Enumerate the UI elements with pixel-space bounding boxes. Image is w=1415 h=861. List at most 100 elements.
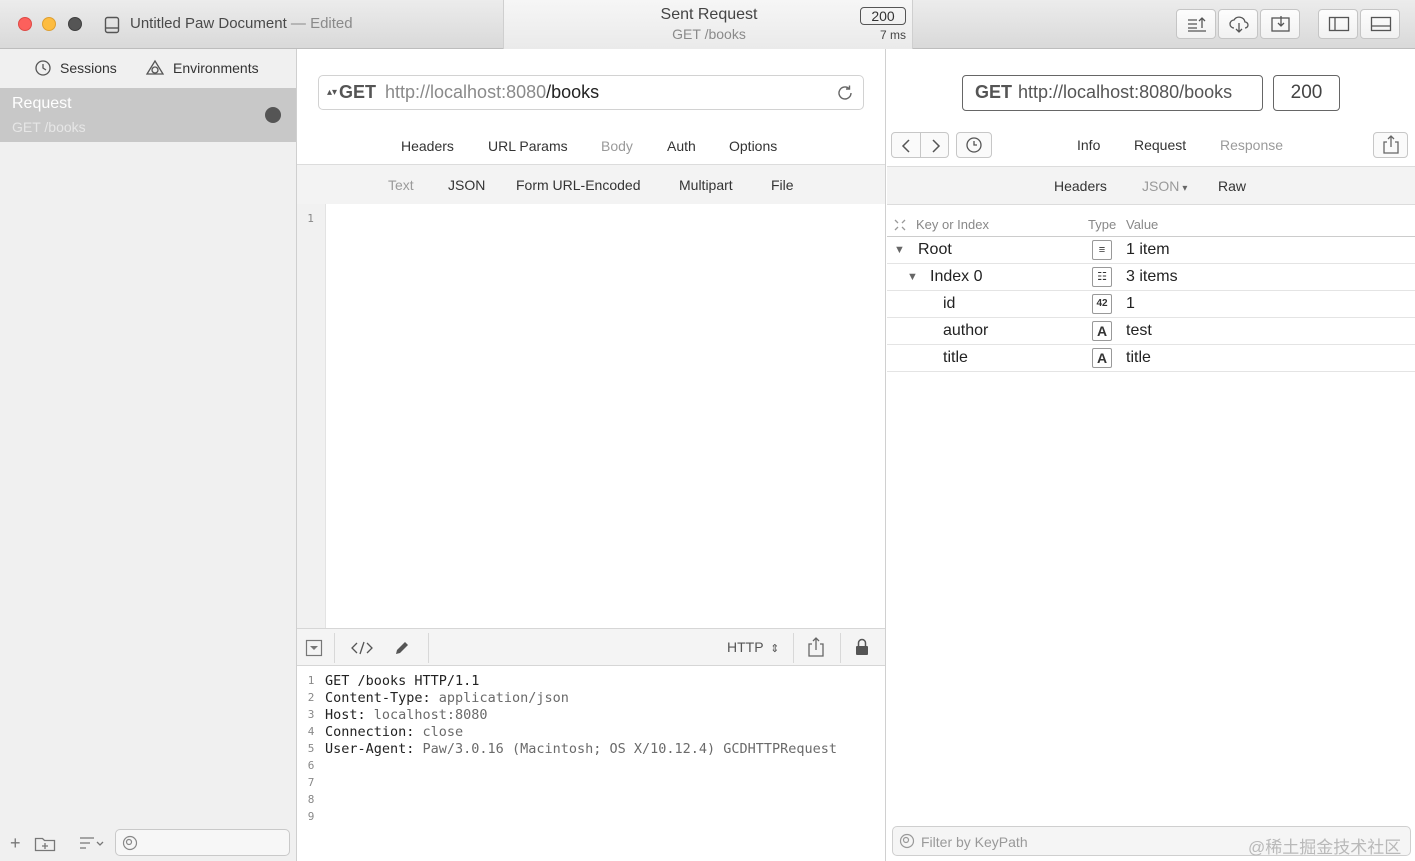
disclosure-triangle-icon[interactable]: ▼ — [907, 271, 918, 283]
bottom-panel-icon — [1370, 16, 1392, 32]
chevron-updown-icon: ⇕ — [770, 643, 780, 655]
back-icon[interactable] — [900, 138, 912, 154]
response-pane: GET http://localhost:8080/books 200 Info … — [887, 49, 1415, 861]
tree-key: Root — [918, 241, 952, 258]
raw-request-toolbar: HTTP ⇕ — [297, 628, 885, 666]
body-tab-file[interactable]: File — [771, 177, 794, 193]
raw-request-view[interactable]: 1 GET /books HTTP/1.1 2 Content-Type: appl… — [297, 667, 885, 861]
tree-key: id — [943, 295, 956, 312]
body-type-tabs: Text JSON Form URL-Encoded Multipart Fil… — [297, 165, 885, 205]
tab-response[interactable]: Response — [1220, 137, 1283, 153]
sub-tab-raw[interactable]: Raw — [1218, 178, 1246, 194]
toggle-bottom-panel-button[interactable] — [1360, 9, 1400, 39]
url-input[interactable]: http://localhost:8080/books — [385, 82, 599, 103]
json-tab-label: JSON — [1142, 178, 1180, 194]
expand-all-icon[interactable] — [893, 218, 907, 232]
sidebar-search-input[interactable] — [115, 829, 290, 856]
code-icon[interactable] — [351, 641, 373, 655]
method-selector[interactable]: ▴▾ GET — [327, 82, 376, 103]
url-bar[interactable]: ▴▾ GET http://localhost:8080/books — [318, 75, 864, 110]
tree-row-title[interactable]: title A title — [887, 345, 1415, 372]
sent-request-subtitle: GET /books — [672, 26, 746, 42]
title-bar: Untitled Paw Document — Edited Sent Requ… — [0, 0, 1415, 49]
divider — [793, 633, 794, 663]
column-key: Key or Index — [916, 217, 989, 232]
add-request-icon[interactable]: + — [10, 833, 21, 854]
raw-line: 2 Content-Type: application/json — [307, 690, 569, 706]
share-window-button[interactable] — [1260, 9, 1300, 39]
filter-icon — [899, 833, 915, 849]
chevron-down-icon: ▾ — [1182, 183, 1188, 194]
sidebar: Sessions Environments Request GET /books… — [0, 49, 297, 861]
response-sub-tabs: Headers JSON ▾ Raw — [887, 166, 1415, 205]
raw-format-select[interactable]: HTTP ⇕ — [727, 639, 779, 655]
list-icon: ≡ — [1092, 240, 1112, 260]
sub-tab-headers[interactable]: Headers — [1054, 178, 1107, 194]
tab-info[interactable]: Info — [1077, 137, 1100, 153]
string-icon: A — [1092, 321, 1112, 341]
cloud-sync-button[interactable] — [1218, 9, 1258, 39]
tab-url-params[interactable]: URL Params — [488, 138, 568, 154]
sort-icon[interactable] — [78, 835, 106, 851]
body-tab-multipart[interactable]: Multipart — [679, 177, 733, 193]
edited-indicator: — Edited — [290, 15, 353, 32]
sub-tab-json[interactable]: JSON ▾ — [1142, 178, 1187, 194]
lock-icon[interactable] — [855, 638, 869, 656]
line-gutter: 1 — [297, 204, 326, 628]
tab-request[interactable]: Request — [1134, 137, 1186, 153]
sidebar-icon — [1328, 16, 1350, 32]
toggle-sidebar-button[interactable] — [1318, 9, 1358, 39]
tree-row-id[interactable]: id 42 1 — [887, 291, 1415, 318]
response-method: GET — [975, 82, 1013, 102]
divider — [428, 633, 429, 663]
refresh-icon[interactable] — [836, 84, 854, 102]
sent-request-panel[interactable]: Sent Request GET /books 200 7 ms — [503, 0, 913, 49]
raw-line: 4 Connection: close — [307, 724, 464, 740]
tree-value: test — [1126, 322, 1152, 339]
tab-auth[interactable]: Auth — [667, 138, 696, 154]
share-response-button[interactable] — [1373, 132, 1408, 158]
request-list-item[interactable]: Request GET /books — [0, 88, 296, 142]
number-icon: 42 — [1092, 294, 1112, 314]
sessions-tab[interactable]: Sessions — [34, 59, 117, 77]
collapse-icon[interactable] — [305, 639, 323, 657]
url-base: http://localhost:8080 — [385, 82, 547, 102]
body-editor[interactable]: 1 — [297, 204, 885, 628]
request-status-dot — [265, 107, 281, 123]
history-button[interactable] — [956, 132, 992, 158]
close-window-button[interactable] — [18, 17, 32, 31]
export-icon — [1188, 17, 1206, 32]
body-tab-text[interactable]: Text — [388, 177, 414, 193]
tab-body[interactable]: Body — [601, 138, 633, 154]
search-icon — [122, 835, 138, 851]
pencil-icon[interactable] — [393, 639, 411, 657]
tree-row-root[interactable]: ▼ Root ≡ 1 item — [887, 237, 1415, 264]
document-icon — [104, 16, 120, 34]
share-icon[interactable] — [807, 637, 825, 657]
column-type: Type — [1088, 217, 1117, 232]
body-tab-form-url-encoded[interactable]: Form URL-Encoded — [516, 177, 641, 193]
paw-app-window: Untitled Paw Document — Edited Sent Requ… — [0, 0, 1415, 861]
tree-row-index-0[interactable]: ▼ Index 0 ☷ 3 items — [887, 264, 1415, 291]
zoom-window-button[interactable] — [68, 17, 82, 31]
tree-key: author — [943, 322, 989, 339]
disclosure-triangle-icon[interactable]: ▼ — [894, 244, 905, 256]
raw-line: 7 — [307, 776, 315, 789]
line-number: 1 — [307, 212, 314, 225]
export-button[interactable] — [1176, 9, 1216, 39]
forward-icon[interactable] — [930, 138, 942, 154]
tab-options[interactable]: Options — [729, 138, 777, 154]
tree-key: Index 0 — [930, 268, 983, 285]
tree-value: 1 — [1126, 295, 1135, 312]
add-group-icon[interactable] — [34, 834, 56, 852]
tree-row-author[interactable]: author A test — [887, 318, 1415, 345]
minimize-window-button[interactable] — [42, 17, 56, 31]
status-code-badge: 200 — [860, 7, 906, 25]
environments-tab[interactable]: Environments — [145, 59, 259, 77]
tree-key: title — [943, 349, 968, 366]
response-url: GET http://localhost:8080/books — [962, 75, 1263, 111]
tab-headers[interactable]: Headers — [401, 138, 454, 154]
response-url-text: http://localhost:8080/books — [1018, 82, 1233, 102]
body-tab-json[interactable]: JSON — [448, 177, 485, 193]
request-method-path: GET /books — [12, 119, 86, 135]
